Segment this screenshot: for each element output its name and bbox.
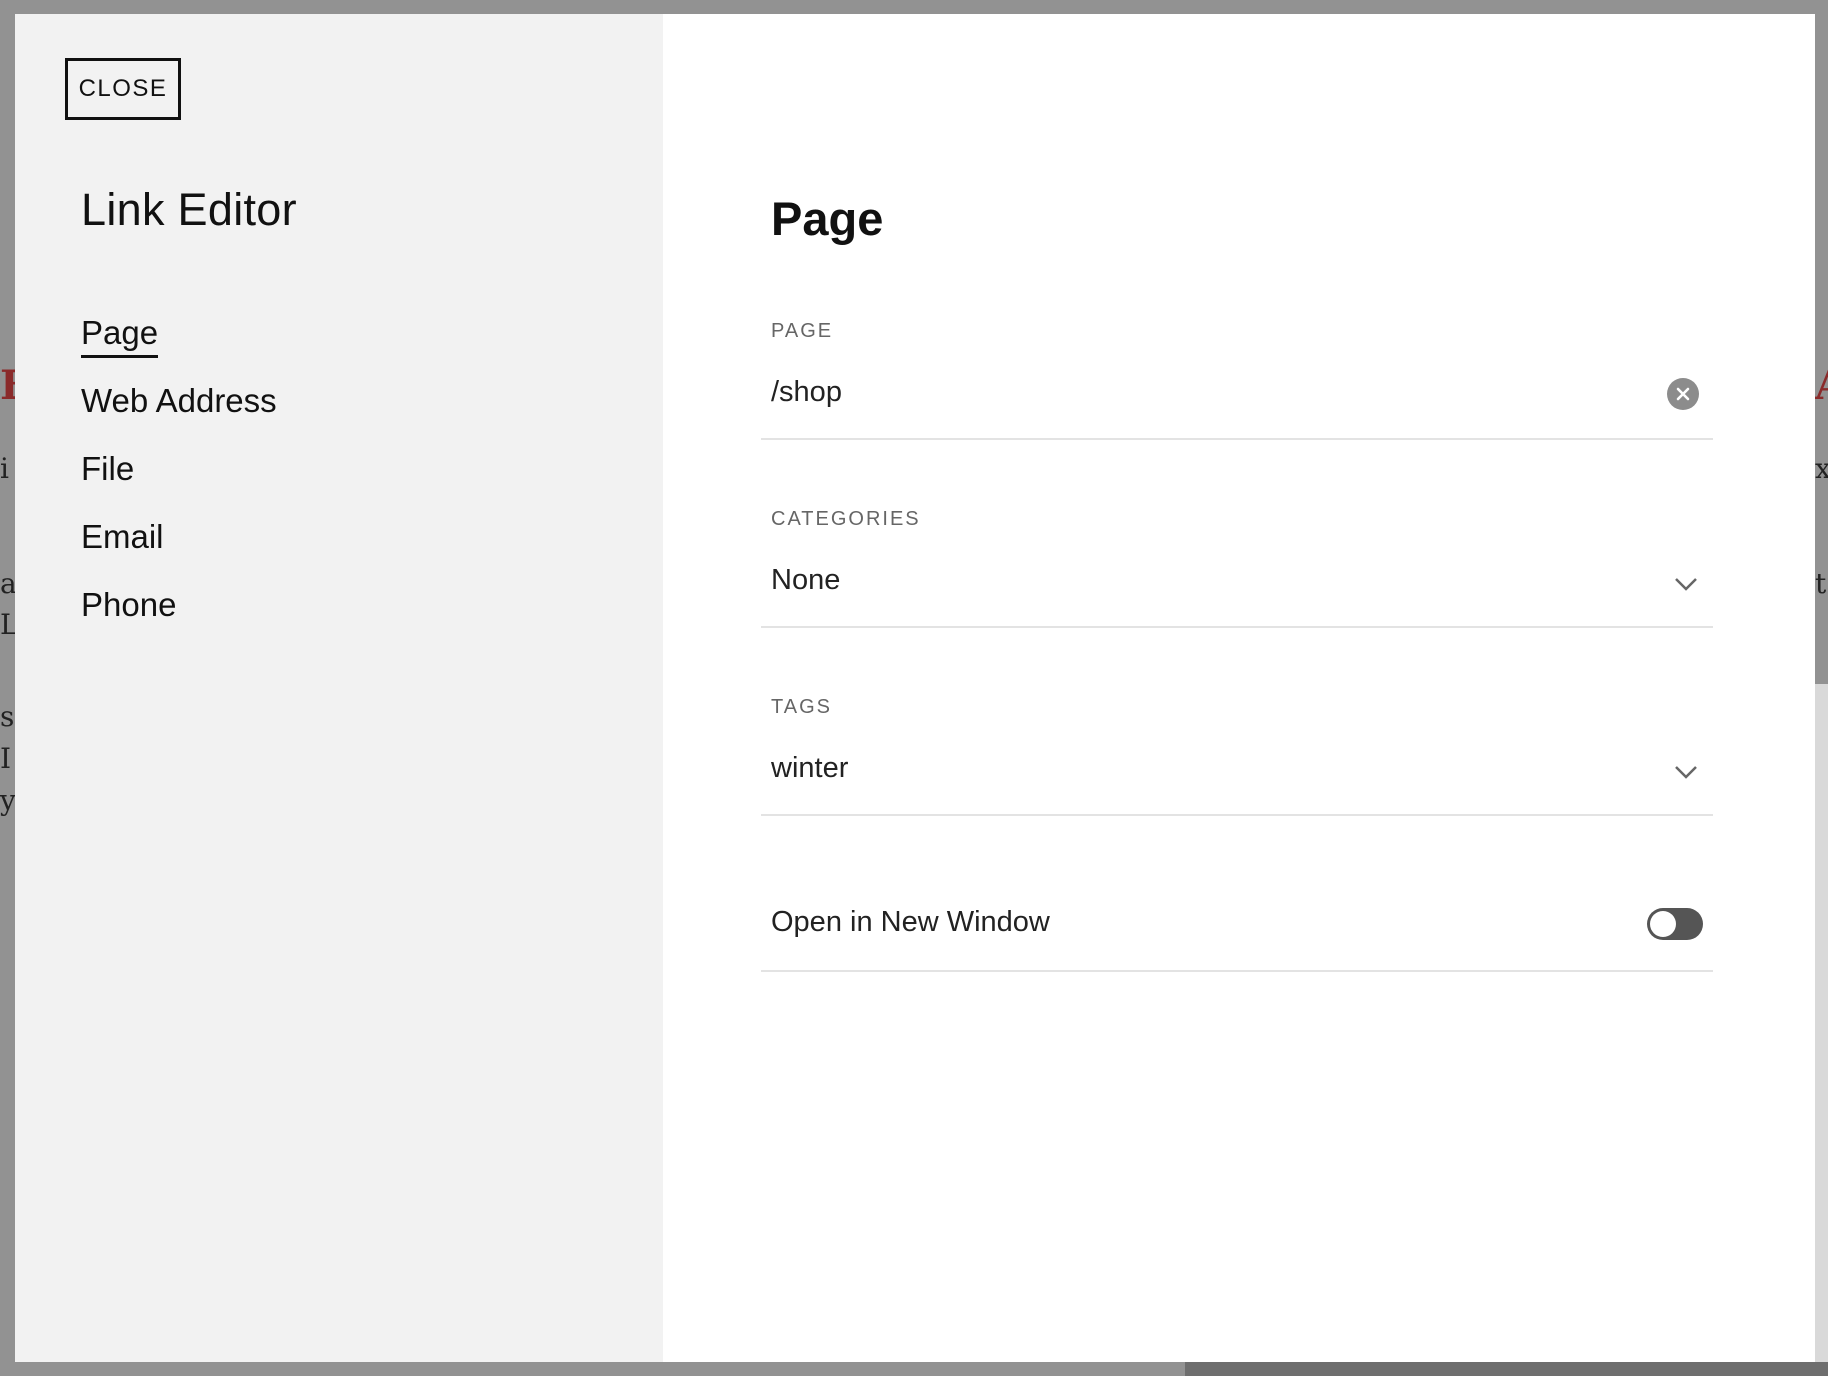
nav-item-label: Web Address (81, 382, 277, 419)
page-field-value[interactable]: /shop (771, 376, 842, 409)
background-fragment: x (1815, 452, 1828, 485)
open-new-window-toggle[interactable] (1647, 908, 1703, 940)
categories-field-label: CATEGORIES (771, 508, 921, 530)
chevron-down-icon (1675, 766, 1697, 779)
chevron-down-icon (1675, 578, 1697, 591)
background-fragment: t (1815, 567, 1827, 600)
categories-field-value: None (771, 564, 841, 596)
nav-item-label: Phone (81, 586, 177, 623)
nav-item-phone[interactable]: Phone (81, 580, 277, 648)
toggle-knob (1650, 911, 1676, 937)
sidebar: CLOSE Link Editor Page Web Address File … (15, 14, 663, 1362)
content-panel: Page PAGE /shop CATEGORIES None TAGS win… (663, 14, 1815, 1362)
nav-item-label: Email (81, 518, 164, 555)
link-editor-modal: CLOSE Link Editor Page Web Address File … (15, 14, 1815, 1362)
page-field: PAGE /shop (761, 320, 1713, 440)
link-type-nav: Page Web Address File Email Phone (81, 308, 277, 648)
tags-field[interactable]: TAGS winter (761, 696, 1713, 816)
sidebar-title: Link Editor (81, 184, 297, 235)
nav-item-label: File (81, 450, 135, 487)
background-scrollbar (1185, 1362, 1828, 1376)
page-title: Page (771, 192, 884, 245)
tags-field-value: winter (771, 752, 849, 784)
clear-circle-x-icon[interactable] (1667, 378, 1699, 410)
background-fragment: A (1815, 362, 1828, 409)
categories-field[interactable]: CATEGORIES None (761, 508, 1713, 628)
tags-field-label: TAGS (771, 696, 832, 718)
background-fragment: I (0, 742, 12, 775)
background-fragment: i (0, 452, 9, 485)
nav-item-label: Page (81, 311, 159, 358)
background-fragment: y (0, 784, 16, 817)
nav-item-web-address[interactable]: Web Address (81, 376, 277, 444)
page-field-label: PAGE (771, 320, 834, 342)
nav-item-page[interactable]: Page (81, 308, 277, 376)
background-fragment: s (0, 700, 15, 733)
open-new-window-row: Open in New Window (761, 882, 1713, 972)
close-button[interactable]: CLOSE (65, 58, 181, 120)
nav-item-email[interactable]: Email (81, 512, 277, 580)
nav-item-file[interactable]: File (81, 444, 277, 512)
open-new-window-label: Open in New Window (771, 906, 1050, 938)
